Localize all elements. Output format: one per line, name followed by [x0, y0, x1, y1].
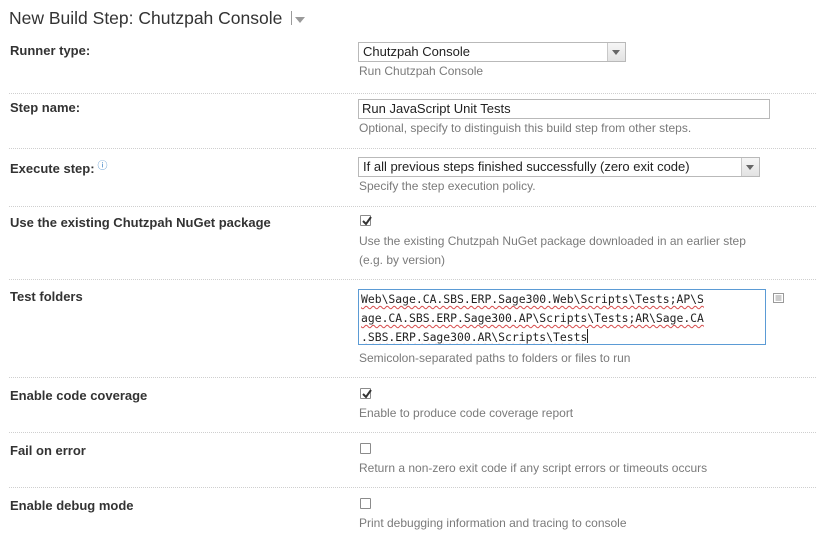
- enable-code-coverage-hint: Enable to produce code coverage report: [359, 406, 574, 420]
- step-name-value: Run JavaScript Unit Tests: [362, 101, 511, 116]
- checkmark-icon: [362, 216, 372, 226]
- text-expand-icon[interactable]: [773, 293, 784, 303]
- fail-on-error-label: Fail on error: [10, 443, 86, 458]
- execute-step-label-text: Execute step:: [10, 161, 95, 176]
- enable-code-coverage-checkbox[interactable]: [360, 388, 372, 399]
- execute-step-label: Execute step: ⓘ: [10, 157, 108, 176]
- step-name-input[interactable]: Run JavaScript Unit Tests: [358, 99, 770, 119]
- page-title-text: New Build Step: Chutzpah Console: [9, 8, 283, 28]
- execute-step-select[interactable]: If all previous steps finished successfu…: [358, 157, 760, 177]
- chevron-down-icon[interactable]: [295, 17, 306, 23]
- runner-type-value: Chutzpah Console: [363, 44, 470, 59]
- title-separator: [291, 11, 293, 25]
- test-folders-line-2: age.CA.SBS.ERP.Sage300.AP\Scripts\Tests;…: [361, 311, 704, 325]
- text-cursor: [587, 329, 589, 343]
- checkmark-icon: [362, 389, 372, 399]
- test-folders-textarea[interactable]: Web\Sage.CA.SBS.ERP.Sage300.Web\Scripts\…: [358, 289, 766, 345]
- test-folders-line-1: Web\Sage.CA.SBS.ERP.Sage300.Web\Scripts\…: [361, 292, 704, 306]
- test-folders-hint: Semicolon-separated paths to folders or …: [359, 351, 631, 365]
- use-existing-package-hint-1: Use the existing Chutzpah NuGet package …: [359, 234, 746, 248]
- execute-step-value: If all previous steps finished successfu…: [363, 159, 690, 174]
- test-folders-line-3: .SBS.ERP.Sage300.AR\Scripts\Tests: [361, 330, 588, 344]
- chevron-down-icon[interactable]: [741, 158, 759, 176]
- enable-code-coverage-label: Enable code coverage: [10, 388, 148, 403]
- runner-type-hint: Run Chutzpah Console: [359, 64, 484, 78]
- fail-on-error-hint: Return a non-zero exit code if any scrip…: [359, 461, 708, 475]
- question-circle-icon[interactable]: ⓘ: [98, 161, 108, 172]
- enable-debug-mode-hint: Print debugging information and tracing …: [359, 516, 627, 530]
- chevron-down-icon[interactable]: [607, 43, 625, 61]
- runner-type-select[interactable]: Chutzpah Console: [358, 42, 626, 62]
- execute-step-hint: Specify the step execution policy.: [359, 179, 536, 193]
- enable-debug-mode-label: Enable debug mode: [10, 498, 134, 513]
- use-existing-package-checkbox[interactable]: [360, 215, 372, 226]
- page-title: New Build Step: Chutzpah Console: [9, 8, 306, 29]
- runner-type-label: Runner type:: [10, 43, 91, 58]
- step-name-label: Step name:: [10, 100, 81, 115]
- use-existing-package-label: Use the existing Chutzpah NuGet package: [10, 215, 271, 230]
- test-folders-label: Test folders: [10, 289, 83, 304]
- enable-debug-mode-checkbox[interactable]: [360, 498, 371, 509]
- test-folders-line-3-wrap: .SBS.ERP.Sage300.AR\Scripts\Tests: [361, 328, 765, 344]
- use-existing-package-hint-2: (e.g. by version): [359, 253, 446, 267]
- step-name-hint: Optional, specify to distinguish this bu…: [359, 121, 692, 135]
- fail-on-error-checkbox[interactable]: [360, 443, 371, 454]
